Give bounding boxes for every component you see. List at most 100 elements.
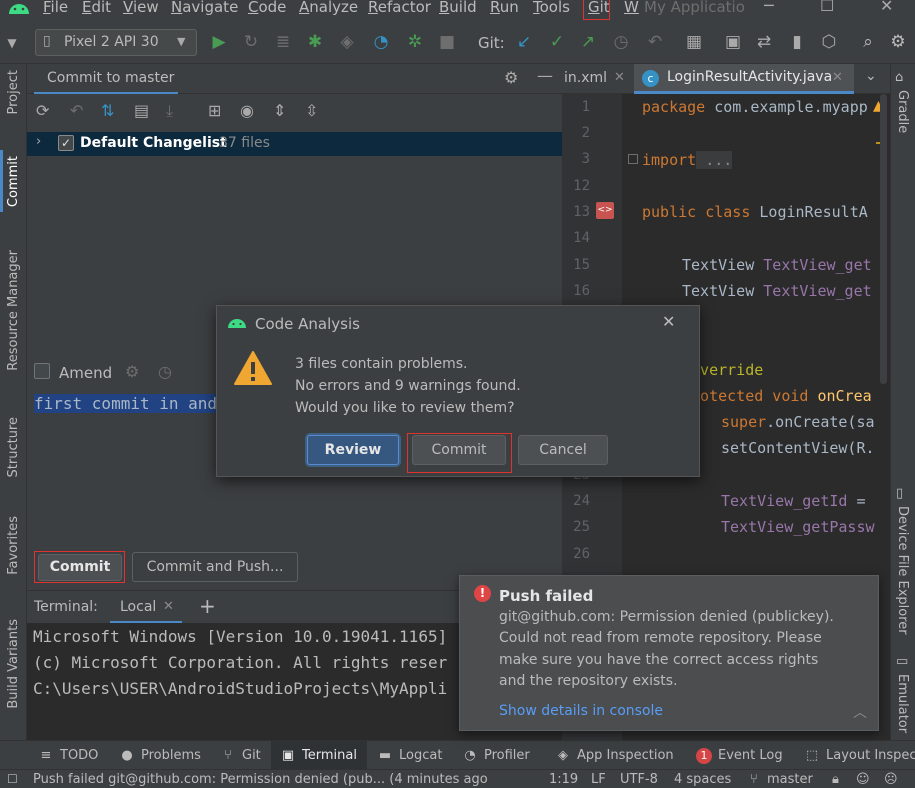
profiler-tool-tab[interactable]: ◔ Profiler xyxy=(462,748,529,763)
fold-icon[interactable] xyxy=(628,154,638,164)
editor-scrollbar[interactable] xyxy=(880,94,887,384)
close-tab-icon[interactable]: ✕ xyxy=(614,70,625,85)
layout-inspector-tool-tab[interactable]: ⬚ Layout Inspect xyxy=(804,748,915,763)
tab-list-chevron-icon[interactable]: ⌄ xyxy=(865,68,877,84)
rollback-icon[interactable]: ↶ xyxy=(645,32,665,52)
build-variants-tool-tab[interactable]: Build Variants xyxy=(6,619,21,709)
smile-icon[interactable]: ☺ xyxy=(856,772,870,787)
git-tool-tab[interactable]: ⑂ Git xyxy=(220,748,261,763)
search-icon[interactable]: ⌕ xyxy=(858,32,878,52)
editor-tab-xml[interactable]: in.xml xyxy=(564,70,607,86)
caret-position[interactable]: 1:19 xyxy=(549,772,578,787)
settings-icon[interactable]: ⚙ xyxy=(888,32,908,52)
sdk-manager-icon[interactable]: ▮ xyxy=(787,32,807,52)
gradle-tool-tab[interactable]: Gradle xyxy=(895,90,910,133)
stop-icon[interactable]: ■ xyxy=(437,32,457,52)
status-message[interactable]: Push failed git@github.com: Permission d… xyxy=(33,772,488,787)
menu-build[interactable]: Build xyxy=(439,0,477,16)
gear-icon[interactable]: ⚙ xyxy=(504,68,518,87)
terminal-tab-local[interactable]: Local xyxy=(120,599,156,615)
avd-manager-icon[interactable]: ⇄ xyxy=(754,32,774,52)
changelist-row[interactable]: › ✓ Default Changelist 37 files xyxy=(27,132,562,156)
show-diff-icon[interactable]: ⇅ xyxy=(101,101,114,120)
menu-window[interactable]: W xyxy=(624,0,639,16)
project-structure-icon[interactable]: ▦ xyxy=(684,32,704,52)
emulator-tool-tab[interactable]: Emulator xyxy=(895,674,910,733)
resource-manager-tool-tab[interactable]: Resource Manager xyxy=(6,250,21,371)
cancel-button[interactable]: Cancel xyxy=(518,435,608,465)
minimize-icon[interactable]: ─ xyxy=(764,0,774,15)
menu-analyze[interactable]: Analyze xyxy=(299,0,358,16)
commit-tool-tab[interactable]: Commit xyxy=(6,156,21,207)
view-options-icon[interactable]: ◉ xyxy=(240,101,254,120)
commit-options-icon[interactable]: ⚙ xyxy=(125,362,139,381)
refresh-icon[interactable]: ⟳ xyxy=(36,101,49,120)
terminal-tool-tab[interactable]: ▣ Terminal xyxy=(280,748,357,763)
show-details-link[interactable]: Show details in console xyxy=(499,703,663,719)
lock-icon[interactable]: 🔒︎ xyxy=(832,772,839,787)
feedback-icon[interactable]: ☹ xyxy=(884,772,898,787)
menu-tools[interactable]: Tools xyxy=(533,0,570,16)
git-commit-icon[interactable]: ✓ xyxy=(547,32,567,52)
hide-panel-icon[interactable]: — xyxy=(537,66,553,85)
code-token: TextView_getId xyxy=(721,492,848,510)
menu-file[interactable]: File xyxy=(43,0,68,16)
maximize-icon[interactable]: ☐ xyxy=(820,0,834,15)
device-file-explorer-tool-tab[interactable]: Device File Explorer xyxy=(895,506,910,635)
commit-history-icon[interactable]: ◷ xyxy=(158,362,172,381)
menu-edit[interactable]: Edit xyxy=(82,0,111,16)
chevron-right-icon[interactable]: › xyxy=(36,134,41,149)
menu-code[interactable]: Code xyxy=(248,0,286,16)
amend-checkbox[interactable] xyxy=(34,363,50,379)
changelist-checkbox[interactable]: ✓ xyxy=(58,135,74,151)
expand-all-icon[interactable]: ⇕ xyxy=(273,101,286,120)
app-inspection-tool-tab[interactable]: ◈ App Inspection xyxy=(555,748,674,763)
close-tab-icon[interactable]: ✕ xyxy=(832,70,843,85)
problems-tool-tab[interactable]: ● Problems xyxy=(119,748,201,763)
commit-panel-title[interactable]: Commit to master xyxy=(47,70,174,86)
device-selector[interactable]: ▯ Pixel 2 API 30 ▼ xyxy=(35,29,197,56)
rollback-icon[interactable]: ↶ xyxy=(70,101,83,120)
logcat-tool-tab[interactable]: ▬ Logcat xyxy=(377,748,443,763)
shelve-icon[interactable]: ⤓ xyxy=(166,101,173,121)
menu-view[interactable]: View xyxy=(123,0,159,16)
apply-changes-icon[interactable]: ↻ xyxy=(241,32,261,52)
apply-code-changes-icon[interactable]: ≣ xyxy=(273,32,293,52)
file-encoding[interactable]: UTF-8 xyxy=(620,772,658,787)
review-button[interactable]: Review xyxy=(307,435,399,465)
project-tool-tab[interactable]: Project xyxy=(6,70,21,114)
favorites-tool-tab[interactable]: Favorites xyxy=(6,516,21,575)
run-icon[interactable]: ▶ xyxy=(209,32,229,52)
line-separator[interactable]: LF xyxy=(591,772,606,787)
menu-run[interactable]: Run xyxy=(490,0,519,16)
close-tab-icon[interactable]: ✕ xyxy=(163,599,174,614)
history-icon[interactable]: ◷ xyxy=(611,32,631,52)
debug-icon[interactable]: ✱ xyxy=(305,32,325,52)
menu-navigate[interactable]: Navigate xyxy=(171,0,238,16)
todo-tool-tab[interactable]: ≡ TODO xyxy=(38,748,99,763)
changelist-icon[interactable]: ▤ xyxy=(134,101,149,120)
layout-inspector-icon[interactable]: ⬡ xyxy=(819,32,839,52)
menu-refactor[interactable]: Refactor xyxy=(368,0,431,16)
dropdown-icon[interactable]: ▼ xyxy=(2,33,22,53)
event-log-tool-tab[interactable]: 1 Event Log xyxy=(696,748,783,764)
new-tab-icon[interactable]: + xyxy=(199,594,216,618)
profile-icon[interactable]: ◔ xyxy=(371,32,391,52)
gradle-icon: ⌂ xyxy=(895,70,904,85)
close-dialog-icon[interactable]: ✕ xyxy=(662,312,675,331)
collapse-all-icon[interactable]: ⇳ xyxy=(305,101,318,120)
structure-tool-tab[interactable]: Structure xyxy=(6,417,21,477)
git-branch[interactable]: master xyxy=(767,772,813,787)
layout-file-gutter-icon[interactable]: <> xyxy=(596,202,614,219)
git-update-icon[interactable]: ↙ xyxy=(514,32,534,52)
sync-gradle-icon[interactable]: ▣ xyxy=(723,32,743,52)
git-push-icon[interactable]: ↗ xyxy=(578,32,598,52)
indent-setting[interactable]: 4 spaces xyxy=(674,772,731,787)
collapse-chevron-icon[interactable]: ︿ xyxy=(853,702,867,722)
attach-debugger-icon[interactable]: ✲ xyxy=(405,32,425,52)
group-by-icon[interactable]: ⊞ xyxy=(208,101,221,120)
close-window-icon[interactable]: ✕ xyxy=(880,0,893,15)
editor-tab-active[interactable]: c LoginResultActivity.java ✕ xyxy=(634,64,854,94)
commit-and-push-button[interactable]: Commit and Push... xyxy=(132,552,298,582)
coverage-icon[interactable]: ◈ xyxy=(337,32,357,52)
